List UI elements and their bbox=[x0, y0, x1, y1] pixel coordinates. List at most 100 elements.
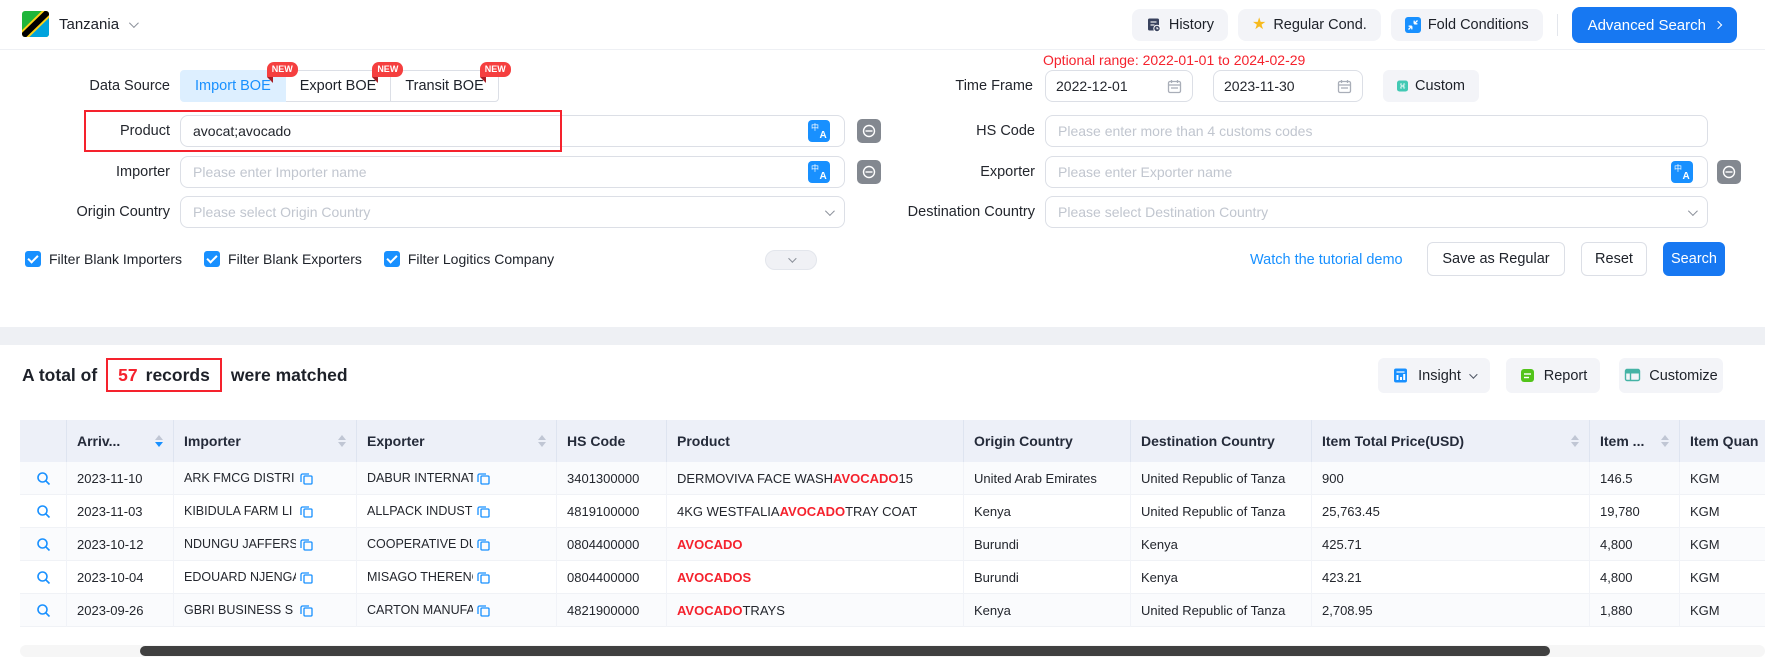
svg-text:中: 中 bbox=[811, 163, 819, 173]
save-as-regular-button[interactable]: Save as Regular bbox=[1427, 242, 1565, 276]
search-detail-icon[interactable] bbox=[36, 603, 51, 618]
checkbox-checked-icon[interactable] bbox=[384, 251, 400, 267]
cell-arrival-date: 2023-10-04 bbox=[67, 561, 174, 594]
cell-importer: GBRI BUSINESS S bbox=[174, 594, 357, 627]
column-header-exporter[interactable]: Exporter bbox=[357, 420, 557, 462]
date-end-input[interactable]: 2023-11-30 bbox=[1213, 70, 1363, 102]
exporter-name[interactable]: DABUR INTERNATION bbox=[367, 471, 473, 485]
exporter-name[interactable]: CARTON MANUFACTU bbox=[367, 603, 473, 617]
customize-button[interactable]: Customize bbox=[1619, 358, 1723, 393]
product-input[interactable] bbox=[180, 115, 845, 147]
importer-name[interactable]: ARK FMCG DISTRI bbox=[184, 471, 296, 485]
cell-exporter: CARTON MANUFACTU bbox=[357, 594, 557, 627]
cell-item-quantity-unit: KGM bbox=[1680, 594, 1765, 627]
tutorial-demo-link[interactable]: Watch the tutorial demo bbox=[1250, 252, 1403, 268]
importer-name[interactable]: EDOUARD NJENGA bbox=[184, 570, 296, 584]
checkbox-filter-blank-importers[interactable]: Filter Blank Importers bbox=[25, 251, 182, 267]
custom-range-button[interactable]: ⌘ Custom bbox=[1383, 70, 1479, 102]
advanced-search-button[interactable]: Advanced Search bbox=[1572, 7, 1737, 43]
column-header-item[interactable]: Item ... bbox=[1590, 420, 1680, 462]
cell-item-total-price: 425.71 bbox=[1312, 528, 1590, 561]
report-button[interactable]: Report bbox=[1506, 358, 1600, 393]
sort-control[interactable] bbox=[332, 435, 346, 447]
checkbox-filter-blank-exporters[interactable]: Filter Blank Exporters bbox=[204, 251, 362, 267]
sort-control[interactable] bbox=[149, 435, 163, 447]
fold-icon bbox=[1405, 17, 1421, 33]
tab-transit-boe[interactable]: Transit BOE NEW bbox=[390, 70, 498, 102]
cell-product: DERMOVIVA FACE WASH AVOCADO 15 bbox=[667, 462, 964, 495]
checkbox-checked-icon[interactable] bbox=[25, 251, 41, 267]
history-button[interactable]: History bbox=[1132, 9, 1228, 41]
importer-input[interactable] bbox=[180, 156, 845, 188]
cell-detail bbox=[20, 495, 67, 528]
tab-export-boe[interactable]: Export BOE NEW bbox=[285, 70, 392, 102]
insight-button[interactable]: Insight bbox=[1378, 358, 1490, 393]
reset-button[interactable]: Reset bbox=[1581, 242, 1647, 276]
svg-text:A: A bbox=[1683, 171, 1690, 182]
copy-icon[interactable] bbox=[477, 571, 490, 584]
filter-checkboxes: Filter Blank Importers Filter Blank Expo… bbox=[25, 244, 554, 274]
copy-icon[interactable] bbox=[300, 538, 313, 551]
copy-icon[interactable] bbox=[477, 604, 490, 617]
destination-country-select[interactable]: Please select Destination Country bbox=[1045, 196, 1708, 228]
copy-icon[interactable] bbox=[300, 604, 313, 617]
date-start-input[interactable]: 2022-12-01 bbox=[1045, 70, 1193, 102]
sort-control[interactable] bbox=[532, 435, 546, 447]
checkbox-checked-icon[interactable] bbox=[204, 251, 220, 267]
importer-name[interactable]: GBRI BUSINESS S bbox=[184, 603, 296, 617]
hs-code-input[interactable] bbox=[1045, 115, 1708, 147]
search-detail-icon[interactable] bbox=[36, 504, 51, 519]
cell-exporter: DABUR INTERNATION bbox=[357, 462, 557, 495]
column-header-destination-country: Destination Country bbox=[1131, 420, 1312, 462]
tab-import-boe[interactable]: Import BOE NEW bbox=[180, 70, 286, 102]
exclude-filter-icon[interactable] bbox=[857, 119, 881, 148]
checkbox-filter-logistics-company[interactable]: Filter Logitics Company bbox=[384, 251, 554, 267]
copy-icon[interactable] bbox=[477, 505, 490, 518]
cell-detail bbox=[20, 561, 67, 594]
search-detail-icon[interactable] bbox=[36, 471, 51, 486]
origin-country-select[interactable]: Please select Origin Country bbox=[180, 196, 845, 228]
horizontal-scrollbar-thumb[interactable] bbox=[140, 646, 1550, 656]
star-icon: ★ bbox=[1252, 17, 1266, 33]
column-header-item-quantity: Item Quan bbox=[1680, 420, 1765, 462]
column-header-item-total-price[interactable]: Item Total Price(USD) bbox=[1312, 420, 1590, 462]
cell-exporter: ALLPACK INDUSTRIES bbox=[357, 495, 557, 528]
exporter-name[interactable]: MISAGO THERENCE bbox=[367, 570, 473, 584]
sort-control[interactable] bbox=[1565, 435, 1579, 447]
copy-icon[interactable] bbox=[477, 538, 490, 551]
search-button[interactable]: Search bbox=[1663, 242, 1725, 276]
translate-icon[interactable]: 中 A bbox=[808, 120, 830, 147]
column-header-arrival[interactable]: Arriv... bbox=[67, 420, 174, 462]
cell-hs-code: 0804400000 bbox=[557, 561, 667, 594]
exporter-label: Exporter bbox=[885, 164, 1035, 180]
regular-cond-button[interactable]: ★ Regular Cond. bbox=[1238, 9, 1381, 41]
exclude-filter-icon[interactable] bbox=[1717, 160, 1741, 189]
search-detail-icon[interactable] bbox=[36, 570, 51, 585]
cell-destination-country: United Republic of Tanza bbox=[1131, 495, 1312, 528]
data-source-tabs: Import BOE NEW Export BOE NEW Transit BO… bbox=[180, 70, 499, 102]
translate-icon[interactable]: 中 A bbox=[808, 161, 830, 188]
product-label: Product bbox=[20, 123, 170, 139]
exporter-name[interactable]: ALLPACK INDUSTRIES bbox=[367, 504, 473, 518]
origin-country-placeholder: Please select Origin Country bbox=[193, 204, 370, 220]
chevron-down-icon bbox=[1469, 370, 1477, 378]
country-selector[interactable]: Tanzania bbox=[22, 11, 136, 37]
importer-name[interactable]: NDUNGU JAFFERS bbox=[184, 537, 296, 551]
column-header-importer[interactable]: Importer bbox=[174, 420, 357, 462]
copy-icon[interactable] bbox=[300, 505, 313, 518]
cell-item-quantity-unit: KGM bbox=[1680, 462, 1765, 495]
fold-conditions-button[interactable]: Fold Conditions bbox=[1391, 9, 1543, 41]
collapse-conditions-button[interactable] bbox=[765, 250, 817, 270]
exclude-filter-icon[interactable] bbox=[857, 160, 881, 189]
copy-icon[interactable] bbox=[477, 472, 490, 485]
product-keyword-highlight: AVOCADO bbox=[677, 603, 742, 618]
copy-icon[interactable] bbox=[300, 571, 313, 584]
importer-name[interactable]: KIBIDULA FARM LI bbox=[184, 504, 296, 518]
svg-text:A: A bbox=[820, 130, 827, 141]
search-detail-icon[interactable] bbox=[36, 537, 51, 552]
sort-control[interactable] bbox=[1655, 435, 1669, 447]
exporter-input[interactable] bbox=[1045, 156, 1708, 188]
copy-icon[interactable] bbox=[300, 472, 313, 485]
exporter-name[interactable]: COOPERATIVE DUSEZ bbox=[367, 537, 473, 551]
translate-icon[interactable]: 中 A bbox=[1671, 161, 1693, 188]
